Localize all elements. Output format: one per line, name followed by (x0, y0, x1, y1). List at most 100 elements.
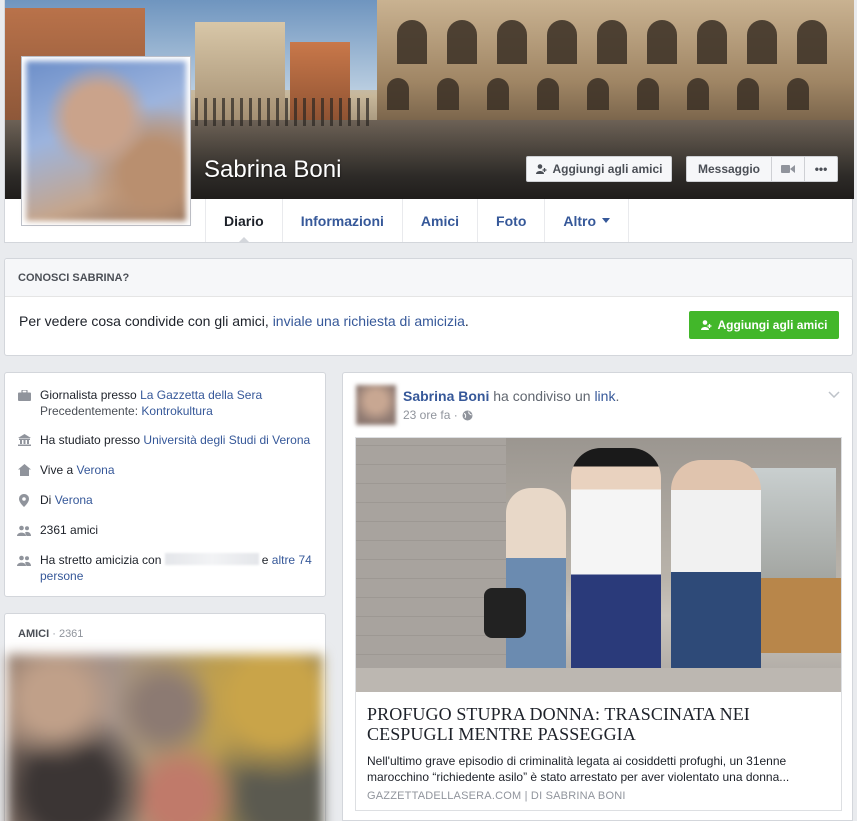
intro-card: Giornalista presso La Gazzetta della Ser… (4, 372, 326, 597)
friends-header-count: · 2361 (49, 628, 84, 640)
arena-arch (797, 20, 827, 64)
image-board (756, 578, 841, 653)
arena-arch (387, 78, 409, 110)
friends-header[interactable]: AMICI · 2361 (18, 628, 83, 640)
friends-photo-grid[interactable] (7, 654, 323, 821)
image-bag (484, 588, 526, 638)
intro-study: Ha studiato presso Università degli Stud… (17, 432, 317, 448)
school-icon (17, 433, 31, 447)
image-person (571, 448, 661, 678)
know-text: Per vedere cosa condivide con gli amici,… (19, 313, 469, 329)
arena-arch (597, 20, 627, 64)
know-text-prefix: Per vedere cosa condivide con gli amici, (19, 313, 269, 329)
location-pin-icon (17, 493, 31, 507)
intro-work-prev-prefix: Precedentemente: (40, 404, 139, 418)
friends-icon (17, 523, 31, 537)
know-text-suffix: . (464, 313, 469, 329)
more-options-button[interactable]: ••• (804, 156, 838, 182)
add-friend-icon (536, 164, 547, 174)
add-friend-label: Aggiungi agli amici (552, 162, 663, 176)
intro-lives-prefix: Vive a (40, 463, 74, 477)
know-card: CONOSCI SABRINA? Per vedere cosa condivi… (4, 258, 853, 356)
intro-from-text: Di Verona (40, 492, 93, 508)
previous-company-link[interactable]: Kontrokultura (141, 404, 212, 418)
intro-from-prefix: Di (40, 493, 52, 507)
intro-work-text: Giornalista presso La Gazzetta della Ser… (40, 387, 262, 419)
intro-mutual-and: e (261, 553, 269, 567)
profile-header: Sabrina Boni Aggiungi agli amici Messagg… (4, 0, 854, 243)
intro-mutual-prefix: Ha stretto amicizia con (40, 553, 162, 567)
intro-friends-count: 2361 amici (17, 522, 317, 538)
post-period: . (615, 388, 620, 404)
arena-arch (787, 78, 809, 110)
friends-header-label: AMICI (18, 628, 50, 640)
image-pavement (356, 668, 841, 692)
shared-link-preview[interactable]: PROFUGO STUPRA DONNA: TRASCINATA NEI CES… (355, 437, 842, 811)
post-timestamp[interactable]: 23 ore fa · (403, 408, 458, 422)
cover-people (195, 98, 375, 126)
video-call-button[interactable] (771, 156, 805, 182)
link-preview-image[interactable] (356, 438, 841, 692)
tab-informazioni[interactable]: Informazioni (283, 199, 403, 242)
tab-label: Informazioni (300, 212, 384, 229)
arena-arch (447, 20, 477, 64)
intro-mutual: Ha stretto amicizia con e altre 74 perso… (17, 552, 317, 584)
friends-count-text[interactable]: 2361 amici (40, 522, 98, 538)
cover-arena (377, 0, 854, 135)
arena-arch (587, 78, 609, 110)
know-header: CONOSCI SABRINA? (5, 259, 852, 297)
tab-label: Amici (420, 212, 460, 229)
post-author-name[interactable]: Sabrina Boni (403, 388, 489, 404)
post-author-avatar[interactable] (356, 385, 396, 425)
company-link[interactable]: La Gazzetta della Sera (140, 388, 262, 402)
post-card: Sabrina Boni ha condiviso un link. 23 or… (342, 372, 853, 821)
arena-arch (637, 78, 659, 110)
post-options-chevron-icon[interactable] (828, 387, 840, 401)
arena-arch (537, 78, 559, 110)
briefcase-icon (17, 388, 31, 402)
arena-arch (687, 78, 709, 110)
image-wall (356, 438, 506, 692)
message-button[interactable]: Messaggio (686, 156, 772, 182)
video-camera-icon (781, 165, 795, 173)
tab-label: Foto (496, 212, 527, 229)
arena-arch (397, 20, 427, 64)
arena-arch (647, 20, 677, 64)
post-header: Sabrina Boni ha condiviso un link. (403, 388, 619, 404)
tab-foto[interactable]: Foto (478, 199, 546, 242)
arena-arch (497, 20, 527, 64)
tab-amici[interactable]: Amici (403, 199, 479, 242)
send-friend-request-link[interactable]: inviale una richiesta di amicizia (273, 313, 465, 329)
tab-diario[interactable]: Diario (205, 199, 283, 243)
intro-mutual-text: Ha stretto amicizia con e altre 74 perso… (40, 552, 317, 584)
add-friend-icon (701, 320, 712, 330)
tab-label: Diario (224, 212, 264, 229)
post-link-word[interactable]: link (594, 388, 615, 404)
current-city-link[interactable]: Verona (76, 463, 114, 477)
profile-picture-image (26, 61, 186, 221)
post-action: ha condiviso un (493, 388, 591, 404)
school-link[interactable]: Università degli Studi di Verona (143, 433, 310, 447)
tab-label: Altro (563, 212, 597, 229)
profile-picture[interactable] (21, 56, 191, 226)
arena-arch (437, 78, 459, 110)
intro-work: Giornalista presso La Gazzetta della Ser… (17, 387, 317, 419)
tab-altro[interactable]: Altro (545, 199, 630, 242)
image-person (671, 460, 761, 675)
home-icon (17, 463, 31, 477)
chevron-down-icon (602, 218, 611, 223)
profile-name[interactable]: Sabrina Boni (204, 156, 341, 184)
add-friend-button[interactable]: Aggiungi agli amici (526, 156, 672, 182)
hometown-link[interactable]: Verona (55, 493, 93, 507)
link-title[interactable]: PROFUGO STUPRA DONNA: TRASCINATA NEI CES… (367, 704, 827, 744)
intro-study-prefix: Ha studiato presso (40, 433, 141, 447)
intro-lives: Vive a Verona (17, 462, 317, 478)
add-friend-label: Aggiungi agli amici (717, 318, 828, 332)
arena-arch (487, 78, 509, 110)
intro-study-text: Ha studiato presso Università degli Stud… (40, 432, 310, 448)
link-description: Nell'ultimo grave episodio di criminalit… (367, 754, 790, 784)
globe-icon[interactable] (462, 410, 473, 421)
intro-from: Di Verona (17, 492, 317, 508)
add-friend-button-green[interactable]: Aggiungi agli amici (689, 311, 839, 339)
blurred-friend-name[interactable] (164, 553, 259, 565)
